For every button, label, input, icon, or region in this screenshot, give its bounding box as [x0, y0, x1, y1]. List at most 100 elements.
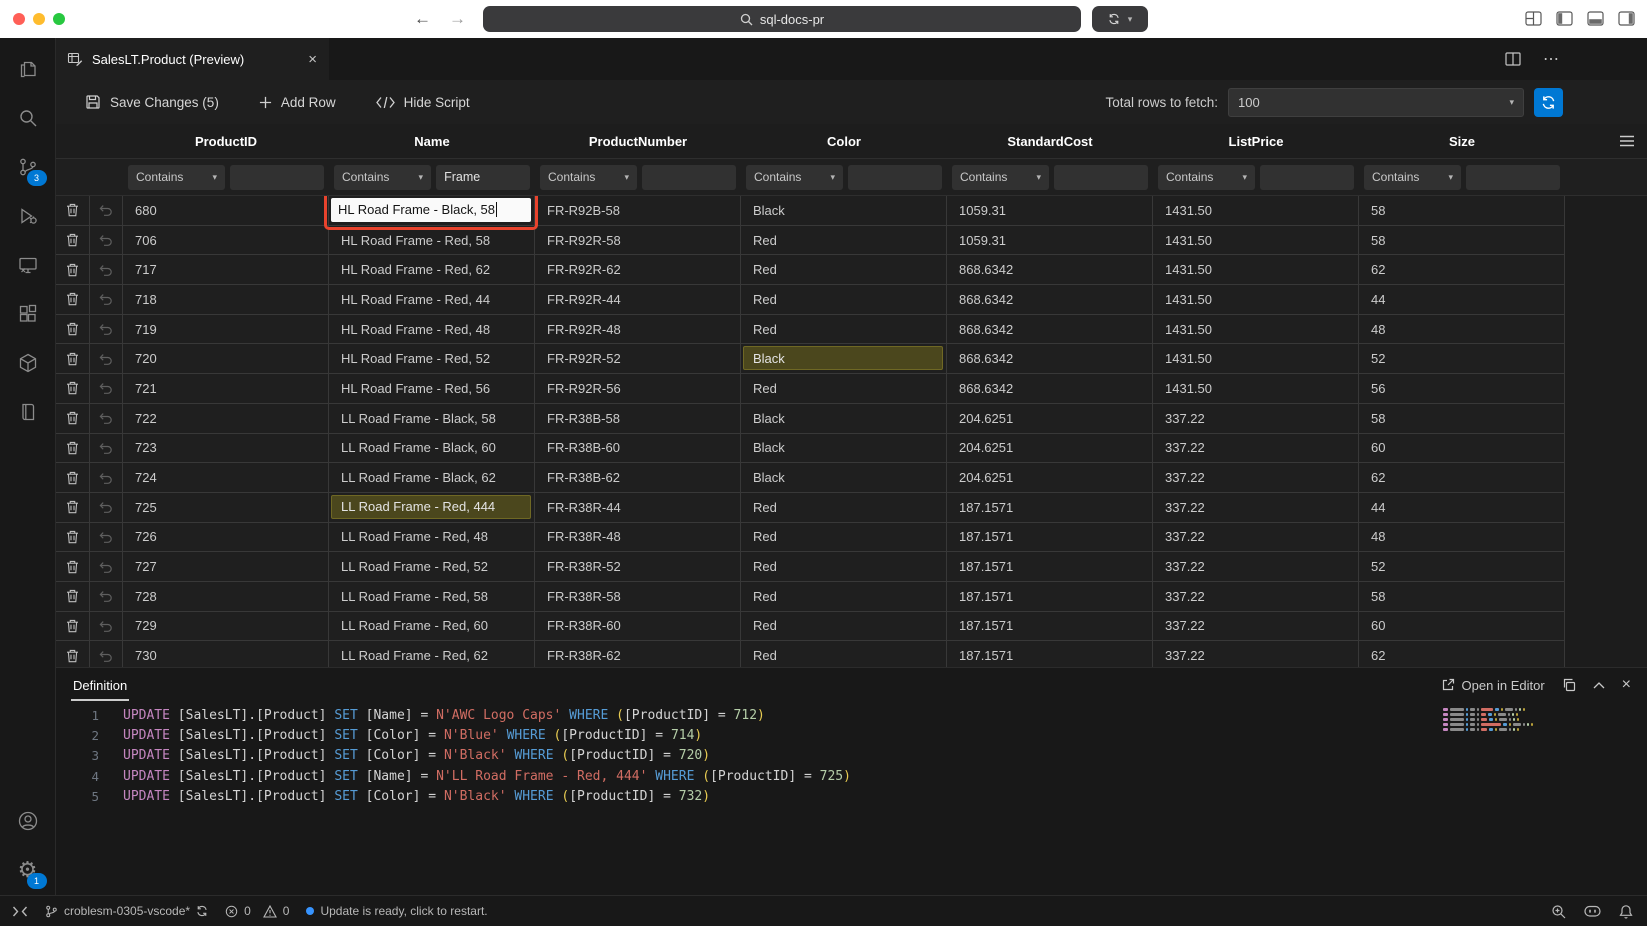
- delete-row-button[interactable]: [55, 285, 90, 315]
- cell-listprice[interactable]: 1431.50: [1153, 285, 1359, 315]
- account-icon[interactable]: [4, 796, 52, 845]
- cell-productnumber[interactable]: FR-R38B-62: [535, 463, 741, 493]
- book-icon[interactable]: [4, 387, 52, 436]
- zoom-window-button[interactable]: [53, 13, 65, 25]
- revert-row-button[interactable]: [90, 552, 123, 582]
- cell-name[interactable]: LL Road Frame - Red, 444: [329, 493, 535, 523]
- revert-row-button[interactable]: [90, 582, 123, 612]
- cell-productnumber[interactable]: FR-R92R-44: [535, 285, 741, 315]
- remote-explorer-icon[interactable]: [4, 240, 52, 289]
- cell-productid[interactable]: 724: [123, 463, 329, 493]
- cell-standardcost[interactable]: 204.6251: [947, 463, 1153, 493]
- cell-edit-input[interactable]: HL Road Frame - Black, 58: [331, 198, 531, 222]
- revert-row-button[interactable]: [90, 641, 123, 667]
- cell-name[interactable]: HL Road Frame - Red, 56: [329, 374, 535, 404]
- cell-standardcost[interactable]: 204.6251: [947, 434, 1153, 464]
- revert-row-button[interactable]: [90, 196, 123, 226]
- cell-productnumber[interactable]: FR-R92B-58: [535, 196, 741, 226]
- filter-operator-dropdown[interactable]: Contains▾: [334, 165, 431, 190]
- cell-productid[interactable]: 720: [123, 344, 329, 374]
- filter-operator-dropdown[interactable]: Contains▾: [1158, 165, 1255, 190]
- cell-standardcost[interactable]: 187.1571: [947, 612, 1153, 642]
- cell-size[interactable]: 58: [1359, 196, 1565, 226]
- column-header-standardcost[interactable]: StandardCost: [947, 134, 1153, 149]
- cell-color[interactable]: Red: [741, 493, 947, 523]
- delete-row-button[interactable]: [55, 344, 90, 374]
- cell-color[interactable]: Red: [741, 612, 947, 642]
- cell-name[interactable]: HL Road Frame - Red, 52: [329, 344, 535, 374]
- run-debug-icon[interactable]: [4, 191, 52, 240]
- cell-productnumber[interactable]: FR-R92R-62: [535, 255, 741, 285]
- cell-color[interactable]: Red: [741, 552, 947, 582]
- cell-name[interactable]: LL Road Frame - Black, 60: [329, 434, 535, 464]
- cell-productnumber[interactable]: FR-R38B-60: [535, 434, 741, 464]
- cell-color[interactable]: Black: [741, 344, 947, 374]
- cell-name[interactable]: HL Road Frame - Black, 58: [329, 196, 535, 226]
- cell-productid[interactable]: 680: [123, 196, 329, 226]
- customize-layout-icon[interactable]: [1525, 11, 1542, 26]
- cell-name[interactable]: LL Road Frame - Red, 58: [329, 582, 535, 612]
- split-editor-icon[interactable]: [1505, 52, 1521, 66]
- cell-productid[interactable]: 722: [123, 404, 329, 434]
- cell-color[interactable]: Red: [741, 374, 947, 404]
- hide-script-button[interactable]: Hide Script: [376, 95, 470, 110]
- filter-value-input[interactable]: [642, 165, 736, 190]
- remote-indicator-icon[interactable]: [12, 906, 28, 917]
- cell-size[interactable]: 62: [1359, 463, 1565, 493]
- cell-size[interactable]: 48: [1359, 523, 1565, 553]
- column-menu-icon[interactable]: [1619, 135, 1635, 147]
- cell-productid[interactable]: 717: [123, 255, 329, 285]
- cell-size[interactable]: 60: [1359, 612, 1565, 642]
- cell-name[interactable]: LL Road Frame - Red, 62: [329, 641, 535, 667]
- screencast-zoom-icon[interactable]: [1551, 904, 1566, 919]
- cell-listprice[interactable]: 1431.50: [1153, 315, 1359, 345]
- cell-listprice[interactable]: 1431.50: [1153, 344, 1359, 374]
- cell-productnumber[interactable]: FR-R38R-62: [535, 641, 741, 667]
- cell-listprice[interactable]: 337.22: [1153, 582, 1359, 612]
- cell-listprice[interactable]: 337.22: [1153, 612, 1359, 642]
- cell-productnumber[interactable]: FR-R38R-48: [535, 523, 741, 553]
- cell-listprice[interactable]: 337.22: [1153, 552, 1359, 582]
- save-changes-button[interactable]: Save Changes (5): [85, 94, 219, 110]
- cell-name[interactable]: LL Road Frame - Red, 48: [329, 523, 535, 553]
- delete-row-button[interactable]: [55, 493, 90, 523]
- cell-listprice[interactable]: 337.22: [1153, 641, 1359, 667]
- cell-productid[interactable]: 718: [123, 285, 329, 315]
- cell-name[interactable]: HL Road Frame - Red, 62: [329, 255, 535, 285]
- cell-productid[interactable]: 726: [123, 523, 329, 553]
- cell-productnumber[interactable]: FR-R92R-48: [535, 315, 741, 345]
- minimap[interactable]: [1443, 708, 1563, 731]
- open-in-editor-button[interactable]: Open in Editor: [1441, 678, 1545, 693]
- sql-code[interactable]: 1UPDATE [SalesLT].[Product] SET [Name] =…: [55, 702, 1647, 896]
- column-header-productid[interactable]: ProductID: [123, 134, 329, 149]
- cell-listprice[interactable]: 337.22: [1153, 463, 1359, 493]
- revert-row-button[interactable]: [90, 493, 123, 523]
- cell-color[interactable]: Red: [741, 582, 947, 612]
- cell-listprice[interactable]: 1431.50: [1153, 196, 1359, 226]
- column-header-size[interactable]: Size: [1359, 134, 1565, 149]
- cell-productid[interactable]: 723: [123, 434, 329, 464]
- cell-color[interactable]: Black: [741, 434, 947, 464]
- delete-row-button[interactable]: [55, 463, 90, 493]
- cell-productid[interactable]: 719: [123, 315, 329, 345]
- delete-row-button[interactable]: [55, 552, 90, 582]
- cell-standardcost[interactable]: 868.6342: [947, 255, 1153, 285]
- filter-value-input[interactable]: Frame: [436, 165, 530, 190]
- revert-row-button[interactable]: [90, 255, 123, 285]
- cell-standardcost[interactable]: 187.1571: [947, 523, 1153, 553]
- filter-value-input[interactable]: [1466, 165, 1560, 190]
- revert-row-button[interactable]: [90, 434, 123, 464]
- copilot-icon[interactable]: [1584, 904, 1601, 918]
- cell-size[interactable]: 58: [1359, 582, 1565, 612]
- explorer-icon[interactable]: [4, 44, 52, 93]
- filter-operator-dropdown[interactable]: Contains▾: [128, 165, 225, 190]
- cell-name[interactable]: HL Road Frame - Red, 44: [329, 285, 535, 315]
- cell-productnumber[interactable]: FR-R38R-44: [535, 493, 741, 523]
- cell-size[interactable]: 52: [1359, 344, 1565, 374]
- revert-row-button[interactable]: [90, 285, 123, 315]
- cell-color[interactable]: Black: [741, 463, 947, 493]
- revert-row-button[interactable]: [90, 374, 123, 404]
- cell-productnumber[interactable]: FR-R38R-52: [535, 552, 741, 582]
- cell-color[interactable]: Red: [741, 641, 947, 667]
- cell-productid[interactable]: 730: [123, 641, 329, 667]
